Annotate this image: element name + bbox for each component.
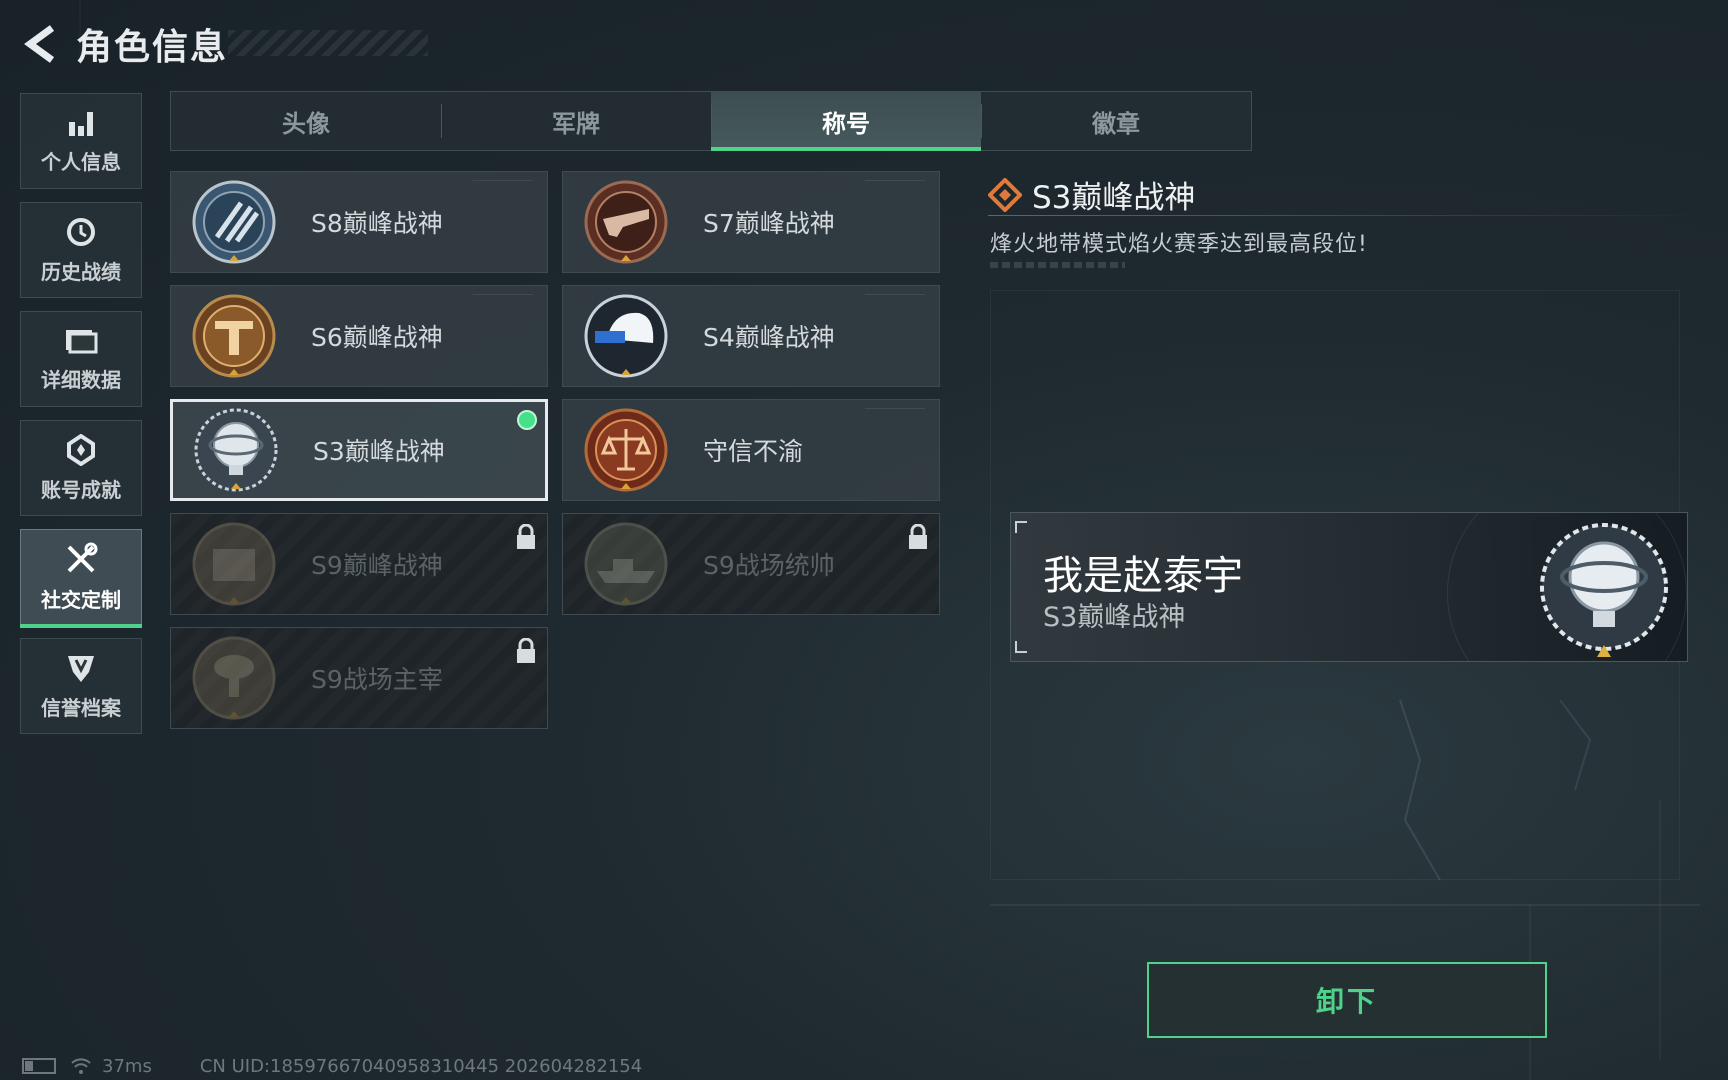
sidebar-item-achievements[interactable]: 账号成就 <box>20 420 142 516</box>
achievement-icon <box>67 433 95 466</box>
s3-emblem-icon <box>1540 523 1668 657</box>
title-card-s9-peak[interactable]: S9巅峰战神 <box>170 513 548 615</box>
card-decoration <box>473 294 533 298</box>
sidebar-item-reputation[interactable]: 信誉档案 <box>20 638 142 734</box>
diamond-icon <box>988 177 1022 212</box>
equipped-indicator <box>517 410 537 430</box>
tab-title[interactable]: 称号 <box>711 92 981 151</box>
mushroom-cloud-emblem-icon <box>192 636 276 720</box>
title-name: S4巅峰战神 <box>703 323 835 352</box>
tab-badge[interactable]: 徽章 <box>981 92 1251 150</box>
card-decoration <box>865 180 925 184</box>
bar-chart-icon <box>69 111 93 136</box>
tools-icon <box>67 542 98 572</box>
s3-emblem-icon <box>194 408 278 492</box>
category-tabs: 头像 军牌 称号 徽章 <box>170 91 1252 151</box>
title-name: S7巅峰战神 <box>703 209 835 238</box>
lock-icon <box>909 524 927 549</box>
unequip-button[interactable]: 卸下 <box>1147 962 1547 1038</box>
card-decoration <box>865 408 925 412</box>
divider <box>988 215 1708 216</box>
corner-bracket <box>1015 641 1027 653</box>
corner-bracket <box>1015 521 1027 533</box>
back-button[interactable] <box>18 21 64 67</box>
tab-avatar[interactable]: 头像 <box>171 92 441 150</box>
detail-heading: S3巅峰战神 <box>988 172 1195 217</box>
s8-emblem-icon <box>192 180 276 264</box>
title-decoration <box>228 30 428 56</box>
sidebar-item-history[interactable]: 历史战绩 <box>20 202 142 298</box>
title-name: S8巅峰战神 <box>311 209 443 238</box>
title-card-s7[interactable]: S7巅峰战神 <box>562 171 940 273</box>
clock-icon <box>67 217 95 246</box>
shield-icon <box>68 655 94 682</box>
sidebar-item-label: 账号成就 <box>41 477 121 502</box>
sidebar-item-label: 个人信息 <box>41 149 121 174</box>
title-card-s3[interactable]: S3巅峰战神 <box>170 399 548 501</box>
tab-dog-tag[interactable]: 军牌 <box>441 92 711 150</box>
title-card-integrity[interactable]: 守信不渝 <box>562 399 940 501</box>
s4-emblem-icon <box>584 294 668 378</box>
player-title: S3巅峰战神 <box>1043 602 1186 633</box>
battery-icon <box>22 1058 56 1074</box>
title-card-s6[interactable]: S6巅峰战神 <box>170 285 548 387</box>
header: 角色信息 <box>18 20 428 68</box>
sidebar-item-details[interactable]: 详细数据 <box>20 311 142 407</box>
sidebar-item-label: 历史战绩 <box>41 259 121 284</box>
status-bar: 37ms CN UID:18597667040958310445 2026042… <box>22 1052 642 1080</box>
title-name: S3巅峰战神 <box>313 437 445 466</box>
title-name: S9战场统帅 <box>703 551 835 580</box>
s6-emblem-icon <box>192 294 276 378</box>
page-title: 角色信息 <box>76 27 229 68</box>
title-name: S9巅峰战神 <box>311 551 443 580</box>
warship-emblem-icon <box>584 522 668 606</box>
lock-icon <box>517 524 535 549</box>
lock-icon <box>517 638 535 663</box>
uid-text: CN UID:18597667040958310445 202604282154 <box>199 1055 643 1077</box>
title-card-s4[interactable]: S4巅峰战神 <box>562 285 940 387</box>
s7-emblem-icon <box>584 180 668 264</box>
title-card-s9-dominator[interactable]: S9战场主宰 <box>170 627 548 729</box>
detail-description: 烽火地带模式焰火赛季达到最高段位! <box>990 232 1368 257</box>
title-card-s8[interactable]: S8巅峰战神 <box>170 171 548 273</box>
title-name: 守信不渝 <box>703 437 804 466</box>
wifi-icon <box>71 1058 91 1074</box>
nameplate-preview: 我是赵泰宇 S3巅峰战神 <box>1010 512 1688 662</box>
sidebar-item-personal-info[interactable]: 个人信息 <box>20 93 142 189</box>
title-name: S9战场主宰 <box>311 665 443 694</box>
sidebar: 个人信息 历史战绩 详细数据 账号成就 社交定制 信誉档案 <box>20 93 144 747</box>
title-card-s9-commander[interactable]: S9战场统帅 <box>562 513 940 615</box>
sidebar-item-label: 信誉档案 <box>41 695 121 720</box>
player-name: 我是赵泰宇 <box>1043 553 1243 599</box>
back-arrow-icon <box>24 25 55 63</box>
folder-icon <box>66 329 98 353</box>
unequip-label: 卸下 <box>1315 985 1378 1018</box>
detail-title: S3巅峰战神 <box>1032 180 1196 216</box>
description-decoration <box>990 262 1125 268</box>
ping-value: 37ms <box>102 1055 152 1077</box>
card-decoration <box>473 180 533 184</box>
s9-emblem-icon <box>192 522 276 606</box>
title-name: S6巅峰战神 <box>311 323 443 352</box>
sidebar-item-label: 详细数据 <box>41 367 121 392</box>
sidebar-item-label: 社交定制 <box>41 587 121 612</box>
sidebar-item-social-custom[interactable]: 社交定制 <box>20 529 142 628</box>
scales-emblem-icon <box>584 408 668 492</box>
card-decoration <box>865 294 925 298</box>
